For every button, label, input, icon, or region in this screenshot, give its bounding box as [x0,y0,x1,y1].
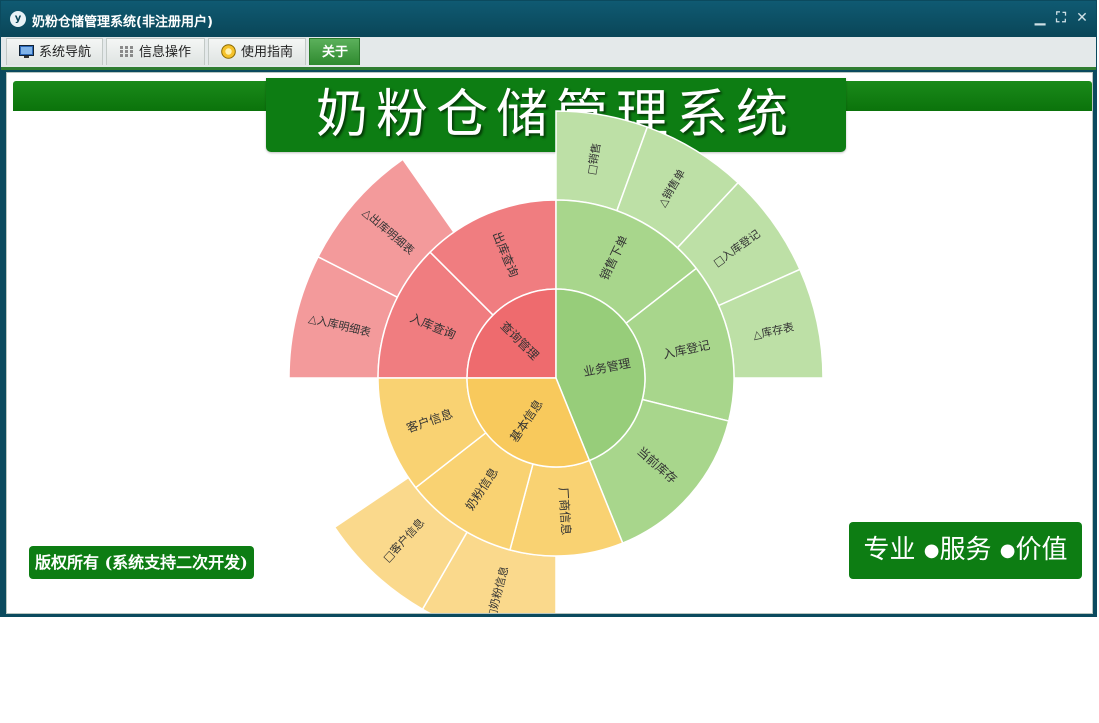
app-window: y 奶粉仓储管理系统(非注册用户) ▁ ⛶ ✕ 系统导航 信息操作 使用指南 关… [0,0,1097,617]
slogan-item-2: 服务 [939,535,992,565]
title-bar[interactable]: y 奶粉仓储管理系统(非注册用户) ▁ ⛶ ✕ [1,1,1096,37]
menu-user-guide[interactable]: 使用指南 [208,38,306,65]
menu-info-ops-label: 信息操作 [139,45,192,60]
menu-system-nav[interactable]: 系统导航 [6,38,103,65]
grid-icon [120,46,133,57]
menu-bar: 系统导航 信息操作 使用指南 关于 [1,37,1096,70]
slogan-bullet-icon: ● [923,540,940,561]
slogan-bullet-icon: ● [999,540,1016,561]
menu-system-nav-label: 系统导航 [39,45,92,60]
slogan-badge: 专业 ●服务 ●价值 [849,522,1082,579]
window-title: 奶粉仓储管理系统(非注册用户) [32,15,213,30]
minimize-icon[interactable]: ▁ [1032,10,1048,26]
copyright-label: 版权所有 (系统支持二次开发) [29,546,254,579]
menu-info-ops[interactable]: 信息操作 [106,38,205,65]
sunburst-label-middle-6: 厂商信息 [556,487,574,536]
menu-user-guide-label: 使用指南 [241,45,294,60]
help-icon [221,44,236,59]
slogan-item-1: 专业 [863,535,916,565]
close-icon[interactable]: ✕ [1074,10,1090,26]
monitor-icon [19,45,34,58]
app-logo-icon: y [10,11,26,27]
slogan-item-3: 价值 [1015,535,1068,565]
menu-about-label: 关于 [322,45,349,60]
about-panel: 奶粉仓储管理系统 △入库明细表△出库明细表□销售△销售单□入库登记△库存表□奶粉… [6,72,1093,614]
menu-about[interactable]: 关于 [309,38,360,65]
restore-icon[interactable]: ⛶ [1053,10,1069,26]
